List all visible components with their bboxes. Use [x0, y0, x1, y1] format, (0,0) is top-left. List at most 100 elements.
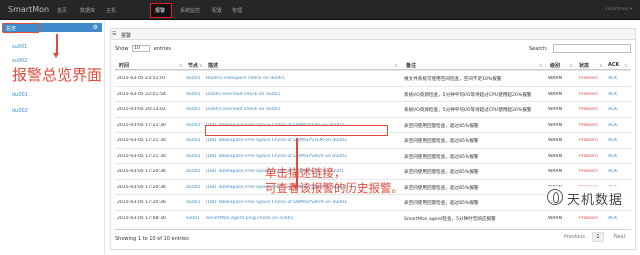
cell-node-link[interactable]: du001	[186, 200, 201, 205]
cell-status: Problem	[579, 138, 598, 143]
cell-note: SmartMon agent检查，5分钟时无响应报警	[404, 216, 496, 222]
cell-node-link[interactable]: du002	[186, 123, 201, 128]
sidebar-item-du001[interactable]: du001	[12, 92, 28, 98]
nav-database[interactable]: 数据库	[80, 7, 95, 14]
sort-icon: ⇅	[394, 63, 398, 68]
cell-ack-link[interactable]: ACK	[608, 107, 617, 112]
cell-status: Problem	[579, 215, 598, 221]
cell-node-link[interactable]: du002	[186, 154, 201, 159]
sort-icon: ⇅	[569, 63, 573, 68]
watermark: 天机数据	[545, 186, 635, 210]
cell-time: 2015-03-05 17:08:30	[117, 215, 166, 221]
sort-icon: ⇅	[199, 63, 203, 68]
top-navbar: SmartMon 首页 数据库 主机 报警 系统监控 配置 管理 smartmo…	[0, 0, 640, 20]
cell-status: Problem	[579, 76, 598, 81]
sort-icon: ⇅	[179, 63, 183, 68]
sort-icon: ⇅	[539, 63, 543, 68]
desc-highlight-box	[205, 125, 388, 136]
cell-ack-link[interactable]: ACK	[608, 123, 617, 128]
search-label: Search:	[529, 46, 548, 52]
cell-note: 系统I/O资源检查，5分钟平均I/O等待超过CPU使用超20%报警	[404, 92, 532, 98]
cell-level: WARN	[548, 169, 563, 174]
cell-status: Problem	[579, 153, 598, 159]
cell-node-link[interactable]: du001	[186, 107, 201, 112]
cell-ack-link[interactable]: ACK	[608, 169, 617, 174]
wechat-logo-icon	[547, 189, 563, 205]
cell-ack-link[interactable]: ACK	[608, 92, 617, 97]
cell-note: 表空间使用回量检查，超过85%报警	[404, 201, 479, 206]
cell-note: 表空间使用回量检查，超过85%报警	[404, 139, 479, 144]
brand-logo[interactable]: SmartMon	[8, 5, 49, 14]
table-row: 2015-03-05 23:51:07 du001 RootFS Freespace…	[115, 70, 631, 84]
col-header-desc[interactable]: 描述	[208, 62, 218, 69]
footer-divider	[115, 229, 631, 230]
col-header-note[interactable]: 备注	[406, 62, 416, 69]
search-input[interactable]	[553, 44, 631, 53]
cell-desc-link[interactable]: [DB] TableSpace Free Space Check of DBM/…	[206, 138, 396, 143]
cell-desc-link[interactable]: [DB] TableSpace Free Space Check of DBM/…	[206, 200, 396, 205]
cell-node-link[interactable]: du001	[186, 185, 201, 190]
sort-icon: ⇅	[599, 63, 603, 68]
page-length-control: Show 10 entries	[115, 45, 171, 52]
cell-desc-link[interactable]: [DB] TableSpace Free Space Check of DBM/…	[206, 154, 396, 159]
user-menu[interactable]: smartmon ▾	[605, 7, 632, 12]
col-header-time[interactable]: 时间	[119, 62, 129, 69]
list-icon: ☰	[112, 31, 117, 37]
cell-time: 2015-03-05 17:20:36	[117, 200, 166, 205]
cell-ack-link[interactable]: ACK	[608, 154, 617, 159]
cell-level: WARN	[548, 76, 563, 81]
cell-time: 2015-03-05 23:51:07	[117, 76, 166, 81]
sidebar-item-su001[interactable]: su001	[12, 44, 27, 50]
nav-manage[interactable]: 管理	[232, 7, 242, 14]
cell-level: WARN	[548, 91, 563, 97]
col-header-node[interactable]: 节点	[188, 62, 198, 69]
cell-node-link[interactable]: du001	[186, 169, 201, 174]
cell-time: 2015-03-05 17:21:30	[117, 122, 166, 128]
table-row: 2015-03-05 17:08:30 su001 SmartMon agent p…	[115, 209, 631, 224]
cell-desc-link[interactable]: SmartMon agent ping check on su001	[206, 216, 396, 221]
cell-ack-link[interactable]: ACK	[608, 216, 617, 221]
annotation-click-line2: 可查看该报警的历史报警。	[265, 181, 403, 195]
nav-host[interactable]: 主机	[106, 7, 116, 14]
settings-icon[interactable]: ⚙	[93, 24, 98, 31]
table-row: 2015-03-05 22:01:54 du001 DiskIO overload …	[115, 85, 631, 100]
alarm-panel: ☰ 报警 Show 10 entries Search: 时间 节点 描述 备注…	[110, 28, 636, 250]
nav-home[interactable]: 首页	[57, 7, 67, 14]
cell-desc-link[interactable]: DiskIO overload check on du001	[206, 107, 396, 112]
sort-icon: ⇅	[624, 63, 628, 68]
cell-time: 2015-03-05 22:01:54	[117, 91, 166, 97]
cell-status: Problem	[579, 91, 598, 97]
cell-node-link[interactable]: du002	[186, 138, 201, 143]
cell-ack-link[interactable]: ACK	[608, 138, 617, 143]
pager-page-1[interactable]: 1	[592, 232, 604, 242]
cell-level: WARN	[548, 138, 563, 143]
cell-note: 根文件系统可使用空间检查，空间不足10%报警	[404, 77, 502, 82]
nav-config[interactable]: 配置	[212, 7, 222, 14]
page-length-select[interactable]: 10	[132, 45, 151, 52]
col-header-status[interactable]: 状态	[579, 62, 589, 69]
pager-previous[interactable]: Previous	[564, 234, 585, 240]
cell-desc-link[interactable]: RootFS Freespace check on du001	[206, 76, 396, 81]
cell-time: 2015-03-05 17:21:30	[117, 153, 166, 159]
cell-ack-link[interactable]: ACK	[608, 76, 617, 81]
cell-note: 表空间使用回量检查，超过85%报警	[404, 154, 479, 160]
watermark-text: 天机数据	[567, 193, 624, 208]
cell-desc-link[interactable]: DiskIO overload check on du001	[206, 92, 396, 97]
cell-node-link[interactable]: du001	[186, 76, 201, 81]
col-header-level[interactable]: 级别	[550, 62, 560, 69]
col-header-ack[interactable]: ACK	[608, 62, 619, 68]
cell-level: WARN	[548, 107, 563, 112]
nav-alarm[interactable]: 报警	[155, 7, 165, 14]
nav-system-monitor[interactable]: 系统监控	[180, 7, 200, 14]
cell-node-link[interactable]: du001	[186, 92, 201, 97]
sidebar-item-du002[interactable]: du002	[12, 108, 28, 114]
cell-time: 2015-03-05 17:20:36	[117, 169, 166, 174]
annotation-click-line1: 单击描述链接，	[265, 166, 346, 180]
cell-status: Problem	[579, 107, 598, 112]
cell-time: 2015-03-05 20:13:02	[117, 107, 166, 112]
panel-title: 报警	[121, 33, 132, 39]
cell-node-link[interactable]: su001	[186, 216, 200, 221]
table-info: Showing 1 to 10 of 10 entries	[115, 236, 189, 242]
table-row: 2015-03-05 20:13:02 du001 DiskIO overload …	[115, 101, 631, 115]
pager-next[interactable]: Next	[614, 234, 626, 240]
